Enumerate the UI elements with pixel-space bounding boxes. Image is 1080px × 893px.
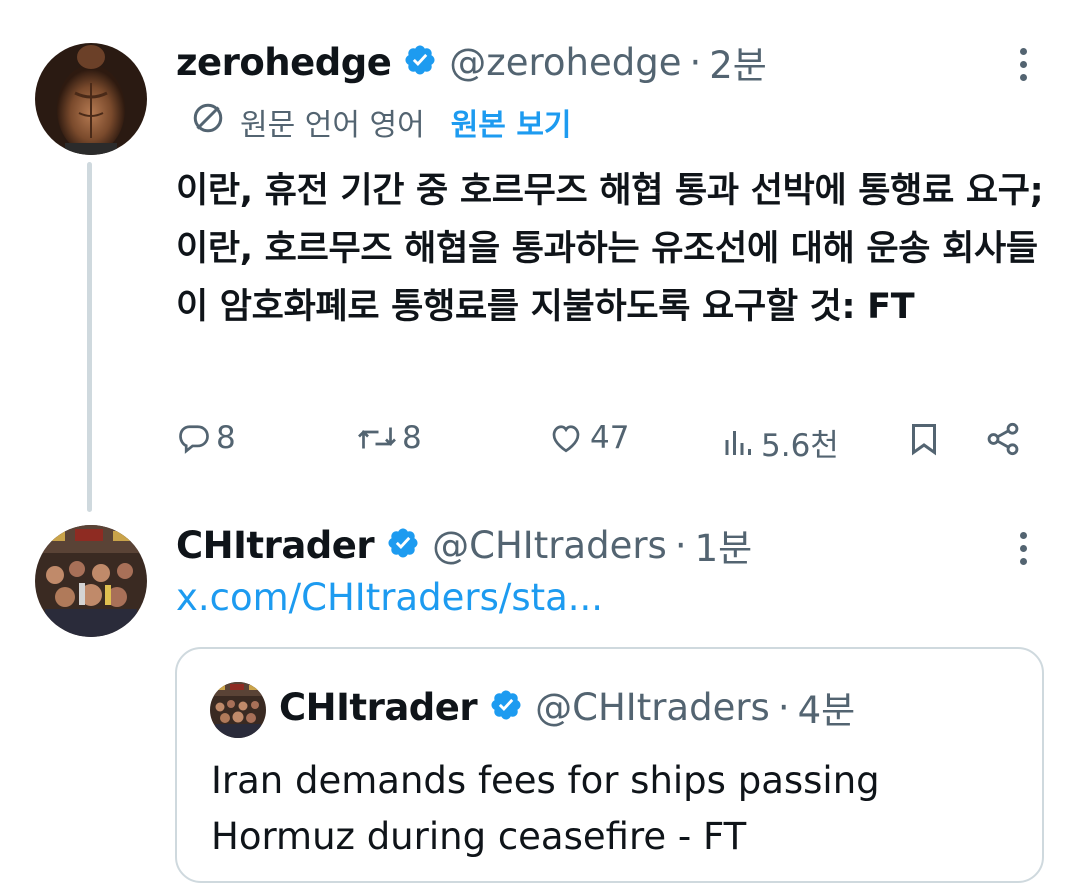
tweet-time[interactable]: 2분 <box>709 35 767 89</box>
view-original-link[interactable]: 원본 보기 <box>451 100 572 144</box>
quoted-avatar <box>210 682 266 738</box>
bookmark-icon <box>906 420 942 458</box>
separator-dot: · <box>674 523 687 567</box>
avatar-chitrader[interactable] <box>35 525 147 637</box>
share-button[interactable] <box>984 420 1022 458</box>
quoted-author-handle: @CHItraders <box>535 685 770 729</box>
repost-icon <box>356 420 398 456</box>
like-count: 47 <box>590 420 630 456</box>
quoted-tweet-header: CHItrader @CHItraders · 4분 <box>279 683 856 733</box>
tweet-link[interactable]: x.com/CHItraders/sta... <box>176 576 603 619</box>
repost-button[interactable]: 8 <box>356 420 422 456</box>
quoted-author-name: CHItrader <box>279 685 478 729</box>
author-handle[interactable]: @CHItraders <box>432 524 667 567</box>
more-vertical-icon[interactable] <box>1020 48 1030 87</box>
like-button[interactable]: 47 <box>546 420 629 456</box>
tweet-text: 이란, 휴전 기간 중 호르무즈 해협 통과 선박에 통행료 요구; 이란, 호… <box>176 171 1044 327</box>
separator-dot: · <box>689 40 702 84</box>
quoted-tweet-time: 4분 <box>797 689 856 732</box>
reply-icon <box>176 420 212 456</box>
author-handle[interactable]: @zerohedge <box>449 41 681 84</box>
bookmark-button[interactable] <box>906 420 942 458</box>
repost-count: 8 <box>402 420 422 456</box>
heart-icon <box>546 420 586 456</box>
verified-badge-icon <box>489 688 523 726</box>
thread-connector-line <box>87 162 92 512</box>
author-name[interactable]: CHItrader <box>176 524 375 567</box>
share-icon <box>984 420 1022 458</box>
tweet-actions: 8 8 47 5.6천 <box>176 420 1036 475</box>
verified-badge-icon <box>403 43 437 81</box>
quoted-tweet-text: Iran demands fees for ships passing Horm… <box>211 759 880 858</box>
translation-row: 원문 언어 영어 원본 보기 <box>190 100 572 144</box>
verified-badge-icon <box>386 526 420 564</box>
more-vertical-icon[interactable] <box>1020 532 1030 571</box>
reply-button[interactable]: 8 <box>176 420 236 456</box>
views-button[interactable]: 5.6천 <box>721 420 839 465</box>
views-count: 5.6천 <box>761 428 839 464</box>
tweet-header: CHItrader @CHItraders · 1분 <box>176 518 753 572</box>
separator-dot: · <box>777 685 790 729</box>
reply-count: 8 <box>216 420 236 456</box>
tweet-time[interactable]: 1분 <box>695 518 753 572</box>
views-bar-chart-icon <box>721 425 757 461</box>
author-name[interactable]: zerohedge <box>176 41 392 84</box>
globe-translate-icon <box>190 100 226 144</box>
tweet-header: zerohedge @zerohedge · 2분 <box>176 35 767 89</box>
avatar-zerohedge[interactable] <box>35 43 147 155</box>
translation-label: 원문 언어 영어 <box>240 108 425 143</box>
quoted-tweet-card[interactable]: CHItrader @CHItraders · 4분 Iran demands … <box>175 647 1044 883</box>
